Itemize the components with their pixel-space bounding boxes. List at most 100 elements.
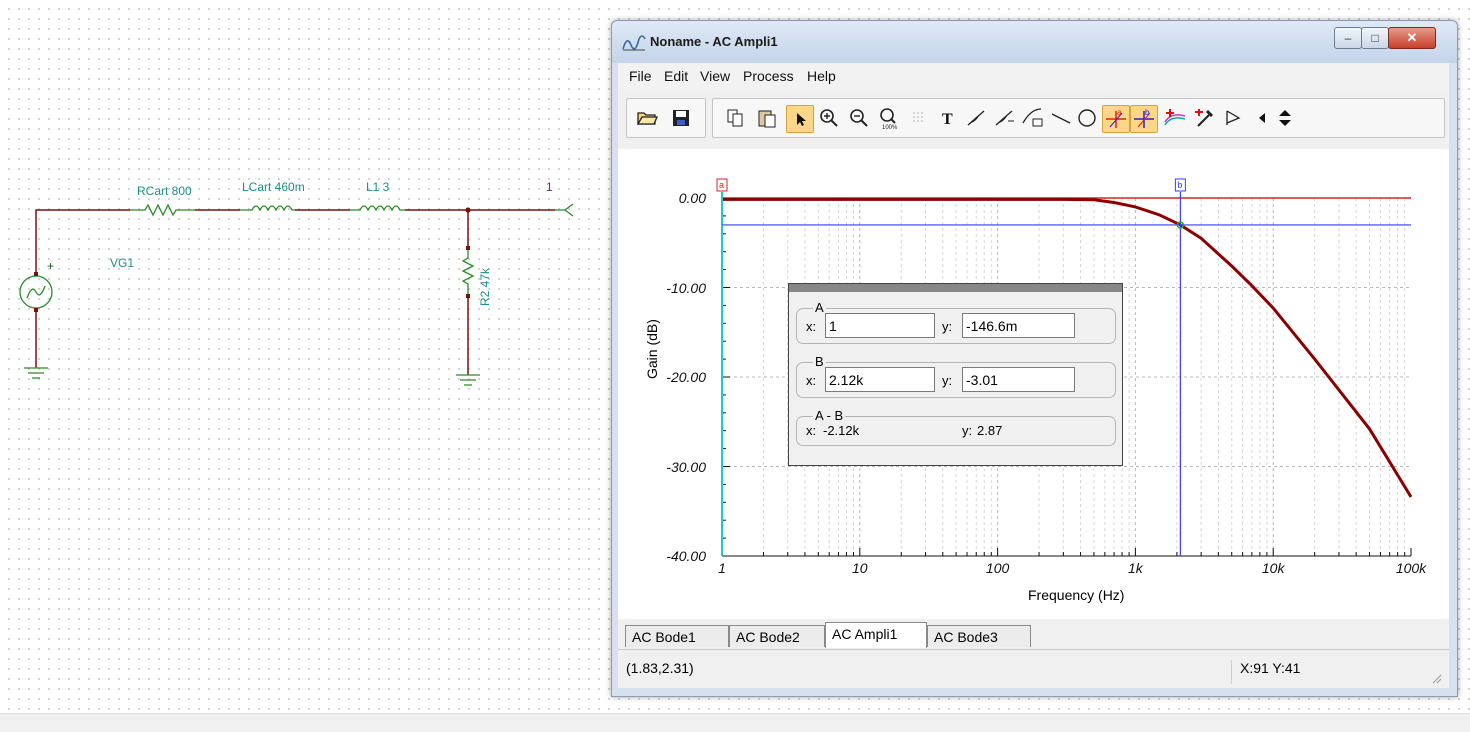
line-icon[interactable] (1048, 105, 1074, 131)
add-curve-icon[interactable] (1162, 105, 1188, 131)
paste-icon[interactable] (754, 105, 780, 131)
menu-file[interactable]: File (629, 68, 652, 84)
menu-bar: File Edit View Process Help (618, 63, 1449, 89)
cursor-a-icon[interactable]: a (1102, 105, 1130, 133)
flag-icon[interactable] (1220, 105, 1246, 131)
circle-icon[interactable] (1074, 105, 1100, 131)
close-icon: ✕ (1406, 30, 1418, 45)
svg-text:a: a (1117, 108, 1122, 117)
menu-view[interactable]: View (700, 68, 730, 84)
pointer-icon[interactable] (786, 105, 814, 133)
cursor-b-icon[interactable]: b (1130, 105, 1158, 133)
zoom-in-icon[interactable] (816, 105, 842, 131)
text-icon[interactable]: T (936, 105, 962, 131)
l1-inductor (350, 205, 405, 212)
cursor-diff-y-label: y: (962, 423, 973, 438)
open-folder-icon[interactable] (634, 105, 660, 131)
y-tick-label: -40.00 (666, 548, 706, 564)
x-tick-label: 100k (1395, 560, 1427, 576)
grid-icon[interactable] (906, 105, 932, 131)
y-tick-label: -30.00 (666, 458, 706, 475)
x-tick-label: 10k (1261, 560, 1285, 576)
cursor-a-x-label: x: (806, 319, 817, 334)
cursor-b-x-label: x: (806, 373, 817, 388)
cursor-diff-group: A - B x: -2.12k y: 2.87 (796, 408, 1116, 446)
lcart-label: LCart 460m (242, 180, 305, 194)
scroll-updown-icon[interactable] (1272, 105, 1298, 131)
maximize-icon: □ (1371, 31, 1379, 45)
status-coordinates: (1.83,2.31) (626, 660, 694, 676)
x-tick-label: 1 (718, 560, 726, 576)
menu-help[interactable]: Help (807, 68, 836, 84)
rcart-label: RCart 800 (137, 184, 192, 198)
cursor-a-y-field[interactable]: -146.6m (962, 313, 1075, 338)
copy-icon[interactable] (722, 105, 748, 131)
cursor-a-x-field[interactable]: 1 (825, 313, 935, 338)
resize-grip-icon[interactable] (1430, 672, 1442, 684)
x-tick-label: 100 (985, 560, 1010, 576)
cursor-b-y-label: y: (942, 373, 953, 388)
pipette-icon[interactable] (1192, 105, 1218, 131)
minimize-icon: – (1344, 31, 1352, 45)
svg-text:b: b (1145, 108, 1150, 117)
cursor-diff-y-value: 2.87 (977, 423, 1003, 438)
minimize-button[interactable]: – (1334, 27, 1362, 49)
tab-ac-bode1[interactable]: AC Bode1 (625, 625, 729, 647)
l1-label: L1 3 (366, 180, 390, 194)
zoom-out-icon[interactable] (846, 105, 872, 131)
cursor-a-group: A x: 1 y: -146.6m (796, 300, 1116, 344)
cursor-diff-x-value: -2.12k (823, 423, 860, 438)
cursor-a-label: A (813, 300, 826, 315)
menu-process[interactable]: Process (743, 68, 794, 84)
zoom-100-icon[interactable]: 100% (876, 105, 902, 131)
x-tick-label: 10 (852, 560, 868, 576)
plot-area[interactable]: ab Gain (dB) Frequency (Hz) A x: 1 y: -1… (618, 149, 1449, 619)
cursor-diff-x-label: x: (806, 423, 817, 438)
ground-vg1 (24, 367, 48, 379)
circuit-drawing (19, 203, 574, 386)
bode-app-icon (622, 35, 646, 51)
tangent-with-label-icon[interactable] (992, 105, 1018, 131)
tangent-icon[interactable] (964, 105, 990, 131)
r2-label: R2 47k (478, 267, 492, 306)
cursor-a-flag-label: a (719, 180, 724, 190)
y-tick-label: -20.00 (666, 369, 706, 385)
toolbar: 100% T a b (618, 89, 1449, 150)
tab-ac-bode3[interactable]: AC Bode3 (927, 625, 1031, 647)
node-1-label: 1 (546, 180, 553, 194)
cursor-b-group: B x: 2.12k y: -3.01 (796, 354, 1116, 398)
tab-ac-bode2[interactable]: AC Bode2 (729, 625, 825, 647)
ac-analysis-window[interactable]: Noname - AC Ampli1 – □ ✕ File Edit View … (611, 20, 1458, 697)
cursor-b-flag-label: b (1177, 180, 1182, 190)
menu-edit[interactable]: Edit (664, 68, 688, 84)
rcart-resistor (130, 203, 195, 217)
maximize-button[interactable]: □ (1361, 27, 1389, 49)
lcart-inductor (240, 205, 295, 212)
title-bar[interactable]: Noname - AC Ampli1 – □ ✕ (612, 21, 1457, 63)
schematic-canvas[interactable]: RCart 800 LCart 460m L1 3 VG1 + R2 47k 1 (0, 0, 600, 420)
x-axis-title: Frequency (Hz) (1028, 587, 1125, 603)
y-tick-label: -10.00 (666, 279, 706, 296)
cursor-readout-panel[interactable]: A x: 1 y: -146.6m B x: 2.12k y: -3.01 A … (788, 283, 1123, 466)
save-icon[interactable] (668, 105, 694, 131)
tab-ac-ampli1[interactable]: AC Ampli1 (825, 622, 927, 648)
curve-label-icon[interactable] (1020, 105, 1046, 131)
vg1-plus-sign: + (47, 259, 55, 273)
cursor-a-y-label: y: (942, 319, 953, 334)
r2-resistor (461, 248, 475, 296)
x-tick-label: 1k (1127, 560, 1143, 576)
cursor-panel-handle[interactable] (789, 284, 1122, 292)
canvas-bottom-strip (0, 713, 1470, 732)
close-button[interactable]: ✕ (1388, 27, 1436, 49)
cursor-b-x-field[interactable]: 2.12k (825, 367, 935, 392)
vg1-label: VG1 (110, 256, 135, 270)
status-bar: (1.83,2.31) X:91 Y:41 (618, 649, 1449, 688)
window-title: Noname - AC Ampli1 (650, 34, 778, 49)
svg-text:100%: 100% (882, 125, 898, 131)
cursor-b-y-field[interactable]: -3.01 (962, 367, 1075, 392)
ground-r2 (456, 374, 480, 386)
svg-text:T: T (942, 111, 953, 128)
cursor-diff-label: A - B (813, 408, 846, 423)
status-xy: X:91 Y:41 (1231, 660, 1300, 684)
y-tick-label: 0.00 (678, 190, 706, 206)
